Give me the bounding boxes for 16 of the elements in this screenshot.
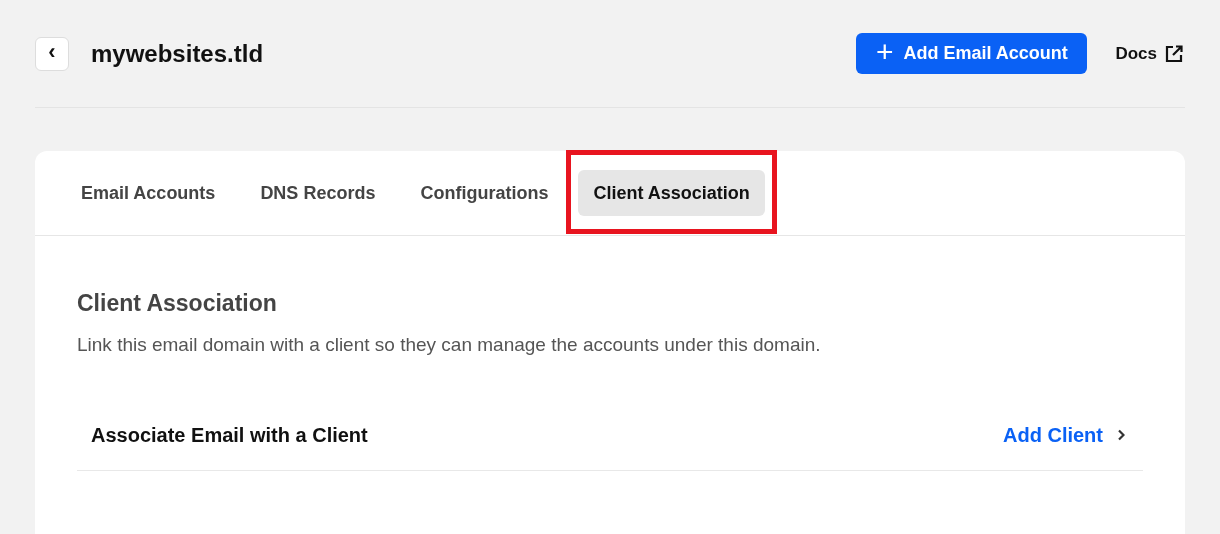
tab[interactable]: Email Accounts — [66, 170, 231, 216]
external-link-icon — [1165, 44, 1183, 63]
tab[interactable]: Client Association — [578, 170, 765, 216]
back-icon: ‹ — [48, 41, 56, 63]
add-email-account-button[interactable]: + Add Email Account — [856, 33, 1088, 74]
row-label: Associate Email with a Client — [91, 422, 368, 448]
docs-link[interactable]: Docs — [1115, 40, 1183, 67]
chevron-right-icon — [1117, 428, 1125, 441]
add-client-link[interactable]: Add Client — [1003, 419, 1125, 450]
tab[interactable]: DNS Records — [245, 170, 391, 216]
page-title: mywebsites.tld — [91, 38, 264, 69]
back-button[interactable]: ‹ — [35, 36, 69, 71]
section-title: Client Association — [77, 289, 278, 318]
plus-icon: + — [875, 37, 894, 67]
section-description: Link this email domain with a client so they can manage the accounts under this domain. — [77, 332, 822, 357]
tab[interactable]: Configurations — [405, 170, 564, 216]
